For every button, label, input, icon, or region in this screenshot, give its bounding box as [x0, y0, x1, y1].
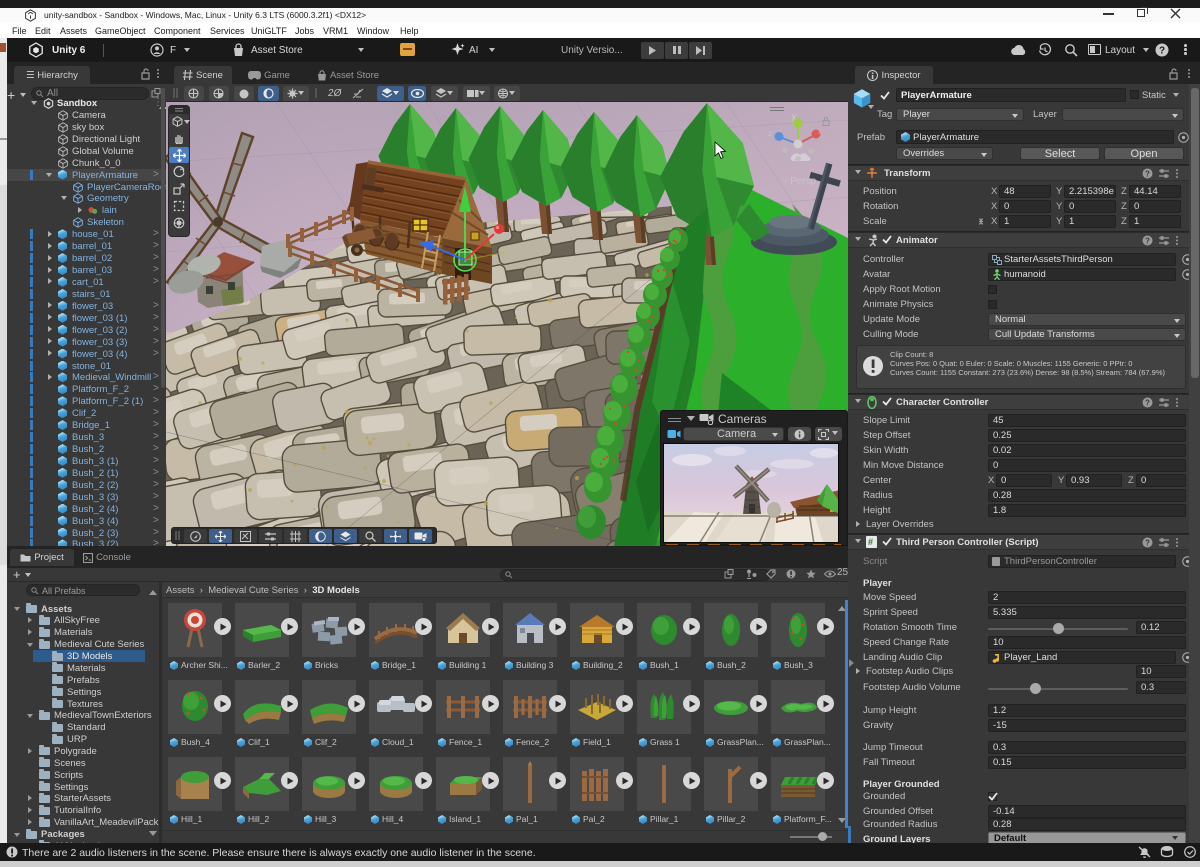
svg-text:?: ? — [1145, 539, 1150, 548]
svg-text:?: ? — [1145, 170, 1150, 179]
svg-text:?: ? — [1159, 46, 1165, 57]
svg-text:?: ? — [1145, 237, 1150, 246]
svg-text:?: ? — [1145, 399, 1150, 408]
